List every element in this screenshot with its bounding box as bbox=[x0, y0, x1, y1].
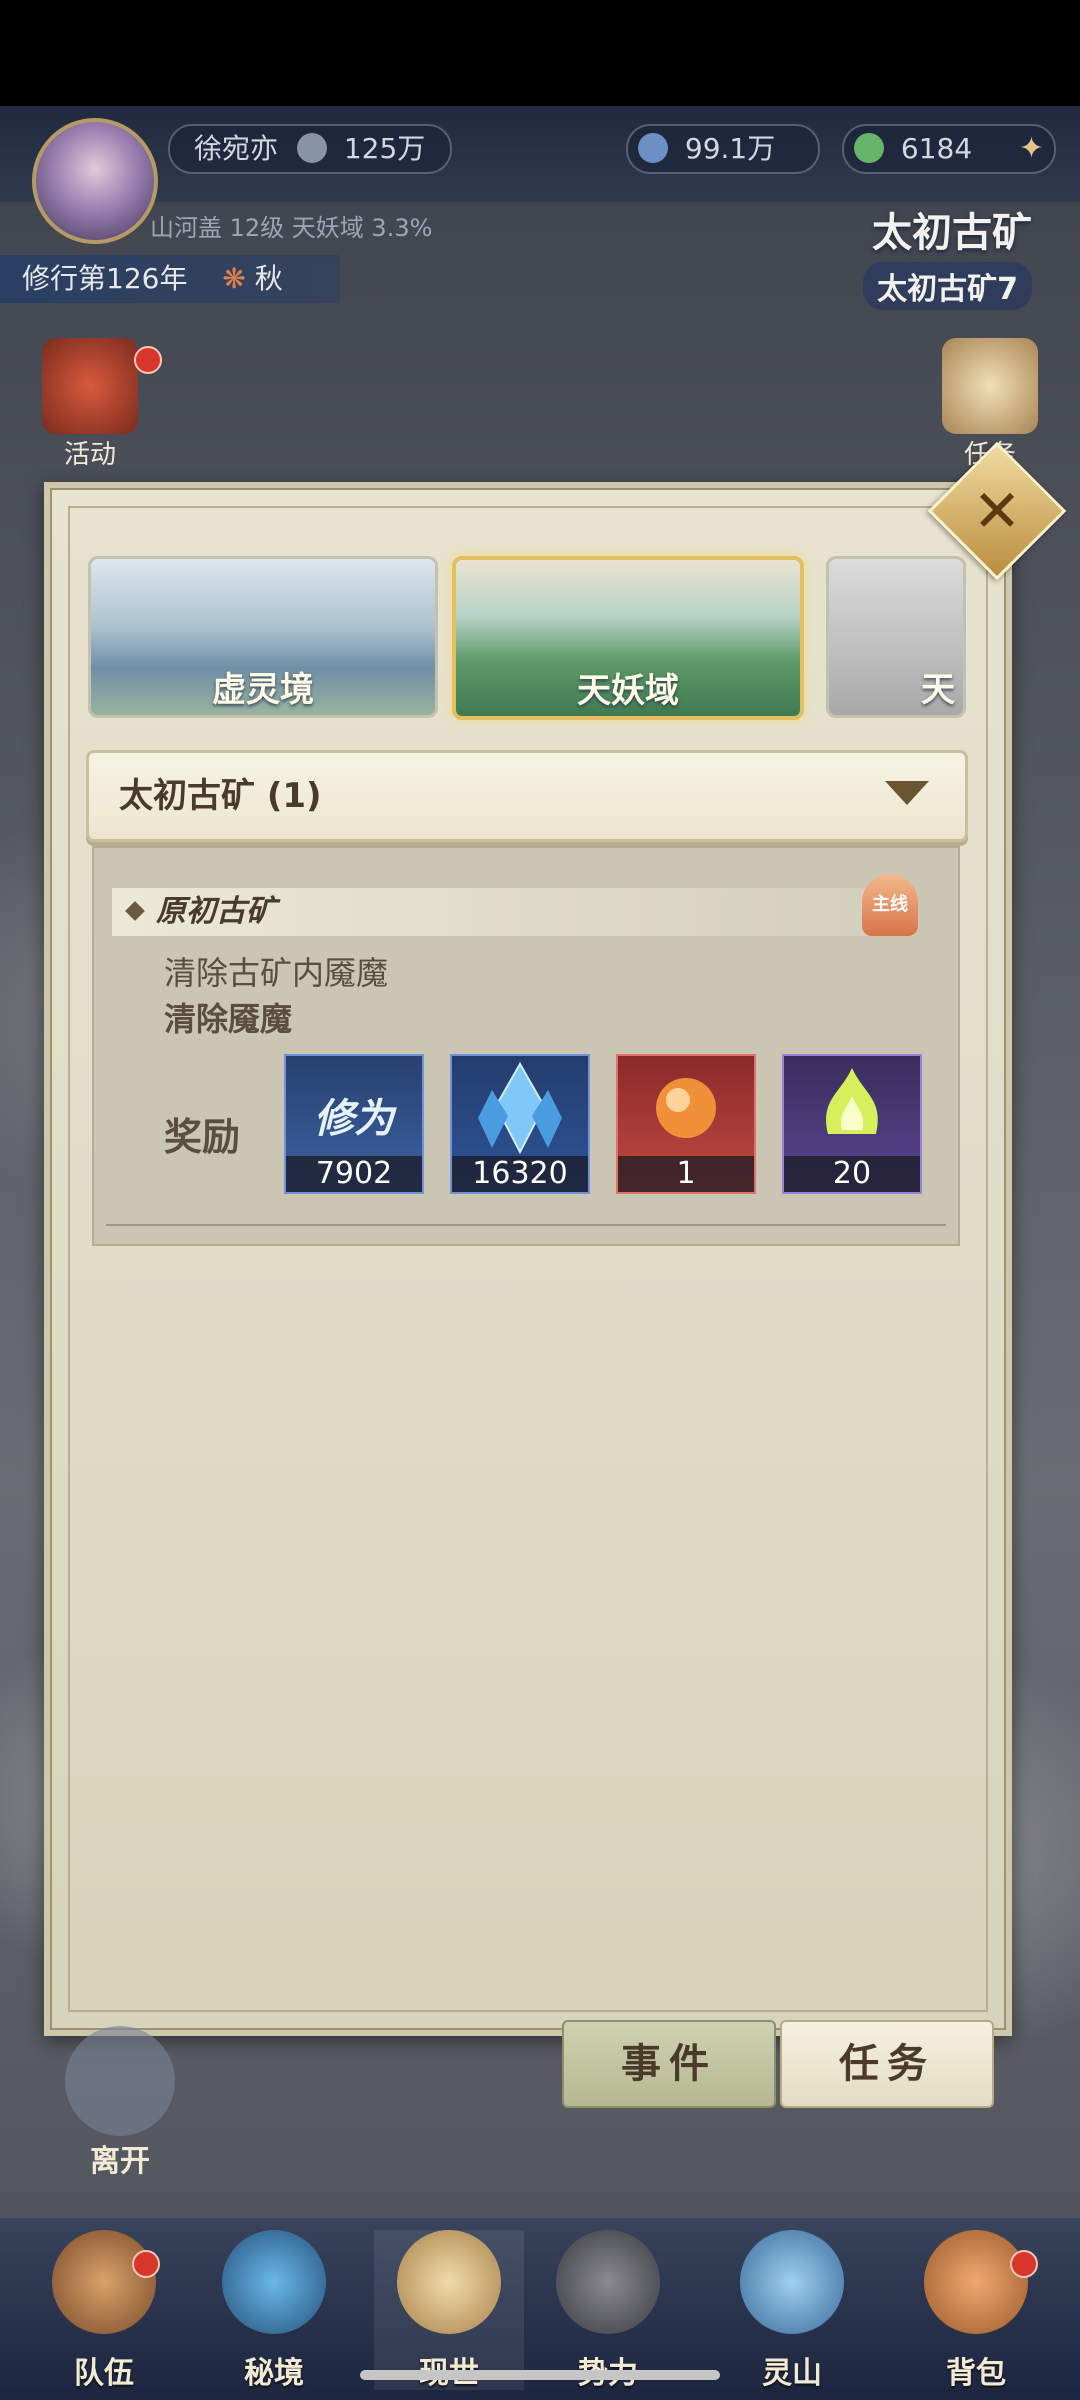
map-scroll-icon bbox=[397, 2230, 501, 2334]
activity-button[interactable]: 活动 bbox=[30, 338, 150, 471]
realm-progress: 山河盖 12级 天妖域 3.3% bbox=[150, 214, 433, 242]
reward-item-crystal[interactable]: 16320 bbox=[450, 1054, 590, 1194]
reward-count: 16320 bbox=[452, 1156, 588, 1192]
realm-tab-label: 天 bbox=[921, 670, 955, 710]
cultivation-icon: 修为 bbox=[314, 1096, 394, 1142]
area-dropdown[interactable]: 太初古矿 (1) bbox=[86, 750, 968, 842]
jade-count: 6184 bbox=[900, 132, 973, 165]
reward-item-cultivation[interactable]: 修为 7902 bbox=[284, 1054, 424, 1194]
nav-label: 队伍 bbox=[74, 2356, 134, 2391]
chevron-down-icon bbox=[885, 781, 929, 805]
cultivation-year: 修行第126年 bbox=[22, 262, 188, 295]
reward-count: 7902 bbox=[286, 1156, 422, 1192]
temple-icon bbox=[556, 2230, 660, 2334]
jade-icon bbox=[854, 133, 884, 163]
notification-dot bbox=[134, 346, 162, 374]
add-jade-icon[interactable]: ✦ bbox=[1019, 126, 1044, 172]
player-power: 125万 bbox=[343, 132, 426, 165]
season: 秋 bbox=[254, 262, 283, 295]
diamond-bullet-icon bbox=[125, 901, 145, 921]
leave-label: 离开 bbox=[90, 2144, 150, 2179]
location-sub[interactable]: 太初古矿7 bbox=[863, 262, 1032, 310]
fire-orb-icon bbox=[656, 1078, 716, 1138]
task-card[interactable]: 原初古矿 主线 清除古矿内魇魔 清除魇魔 奖励 修为 7902 16320 1 … bbox=[92, 846, 960, 1246]
nav-label: 秘境 bbox=[244, 2356, 304, 2391]
maple-leaf-icon: ❋ bbox=[222, 262, 246, 295]
power-icon bbox=[296, 133, 327, 163]
notification-dot bbox=[1010, 2250, 1038, 2278]
bag-icon bbox=[924, 2230, 1028, 2334]
spirit-stone-pill[interactable]: 99.1万 bbox=[626, 124, 820, 174]
player-name-pill[interactable]: 徐宛亦 125万 bbox=[168, 124, 452, 174]
area-dropdown-label: 太初古矿 (1) bbox=[119, 776, 322, 816]
location-title: 太初古矿 bbox=[872, 210, 1032, 256]
portal-icon bbox=[222, 2230, 326, 2334]
main-quest-tag: 主线 bbox=[862, 874, 918, 936]
player-name: 徐宛亦 bbox=[194, 132, 279, 165]
reward-count: 20 bbox=[784, 1156, 920, 1192]
nav-faction[interactable]: 势力 bbox=[548, 2230, 668, 2391]
nav-world[interactable]: 现世 bbox=[374, 2230, 524, 2391]
back-arrow-icon bbox=[65, 2026, 175, 2136]
tab-tasks[interactable]: 任务 bbox=[780, 2020, 994, 2108]
task-description: 清除古矿内魇魔 bbox=[164, 954, 389, 992]
reward-item-fire-orb[interactable]: 1 bbox=[616, 1054, 756, 1194]
home-indicator[interactable] bbox=[360, 2370, 720, 2380]
realm-tab-label: 天妖域 bbox=[577, 671, 679, 711]
nav-label: 背包 bbox=[946, 2356, 1006, 2391]
mountain-icon bbox=[740, 2230, 844, 2334]
panel-border bbox=[68, 506, 988, 2012]
season-bar: 修行第126年 ❋ 秋 bbox=[0, 255, 340, 303]
avatar[interactable] bbox=[32, 118, 158, 244]
team-icon bbox=[52, 2230, 156, 2334]
realm-tab-label: 虚灵境 bbox=[212, 670, 314, 710]
crystal-icon bbox=[478, 1061, 562, 1155]
nav-secret-realm[interactable]: 秘境 bbox=[214, 2230, 334, 2391]
close-icon: ✕ bbox=[972, 477, 1022, 545]
realm-tab-tianyao[interactable]: 天妖域 bbox=[452, 556, 804, 720]
task-name: 原初古矿 bbox=[156, 894, 276, 929]
leave-button[interactable]: 离开 bbox=[40, 2026, 200, 2180]
nav-label: 灵山 bbox=[762, 2356, 822, 2391]
realm-tab-locked[interactable]: 天 bbox=[826, 556, 966, 718]
reward-label: 奖励 bbox=[164, 1115, 241, 1159]
reward-count: 1 bbox=[618, 1156, 754, 1192]
realm-tab-xuling[interactable]: 虚灵境 bbox=[88, 556, 438, 718]
task-header: 原初古矿 bbox=[112, 888, 914, 936]
spirit-stone-icon bbox=[638, 133, 668, 163]
jade-pill[interactable]: 6184 ✦ bbox=[842, 124, 1056, 174]
activity-label: 活动 bbox=[63, 440, 116, 470]
tab-events[interactable]: 事件 bbox=[562, 2020, 776, 2108]
divider bbox=[106, 1224, 946, 1226]
nav-spirit-mountain[interactable]: 灵山 bbox=[732, 2230, 852, 2391]
notification-dot bbox=[132, 2250, 160, 2278]
spirit-stone-count: 99.1万 bbox=[684, 132, 776, 165]
reward-item-green-flame[interactable]: 20 bbox=[782, 1054, 922, 1194]
status-bar bbox=[0, 0, 1080, 106]
green-flame-icon bbox=[826, 1068, 878, 1134]
scroll-icon bbox=[942, 338, 1038, 434]
activity-icon bbox=[42, 338, 138, 434]
task-objective: 清除魇魔 bbox=[164, 1000, 293, 1038]
